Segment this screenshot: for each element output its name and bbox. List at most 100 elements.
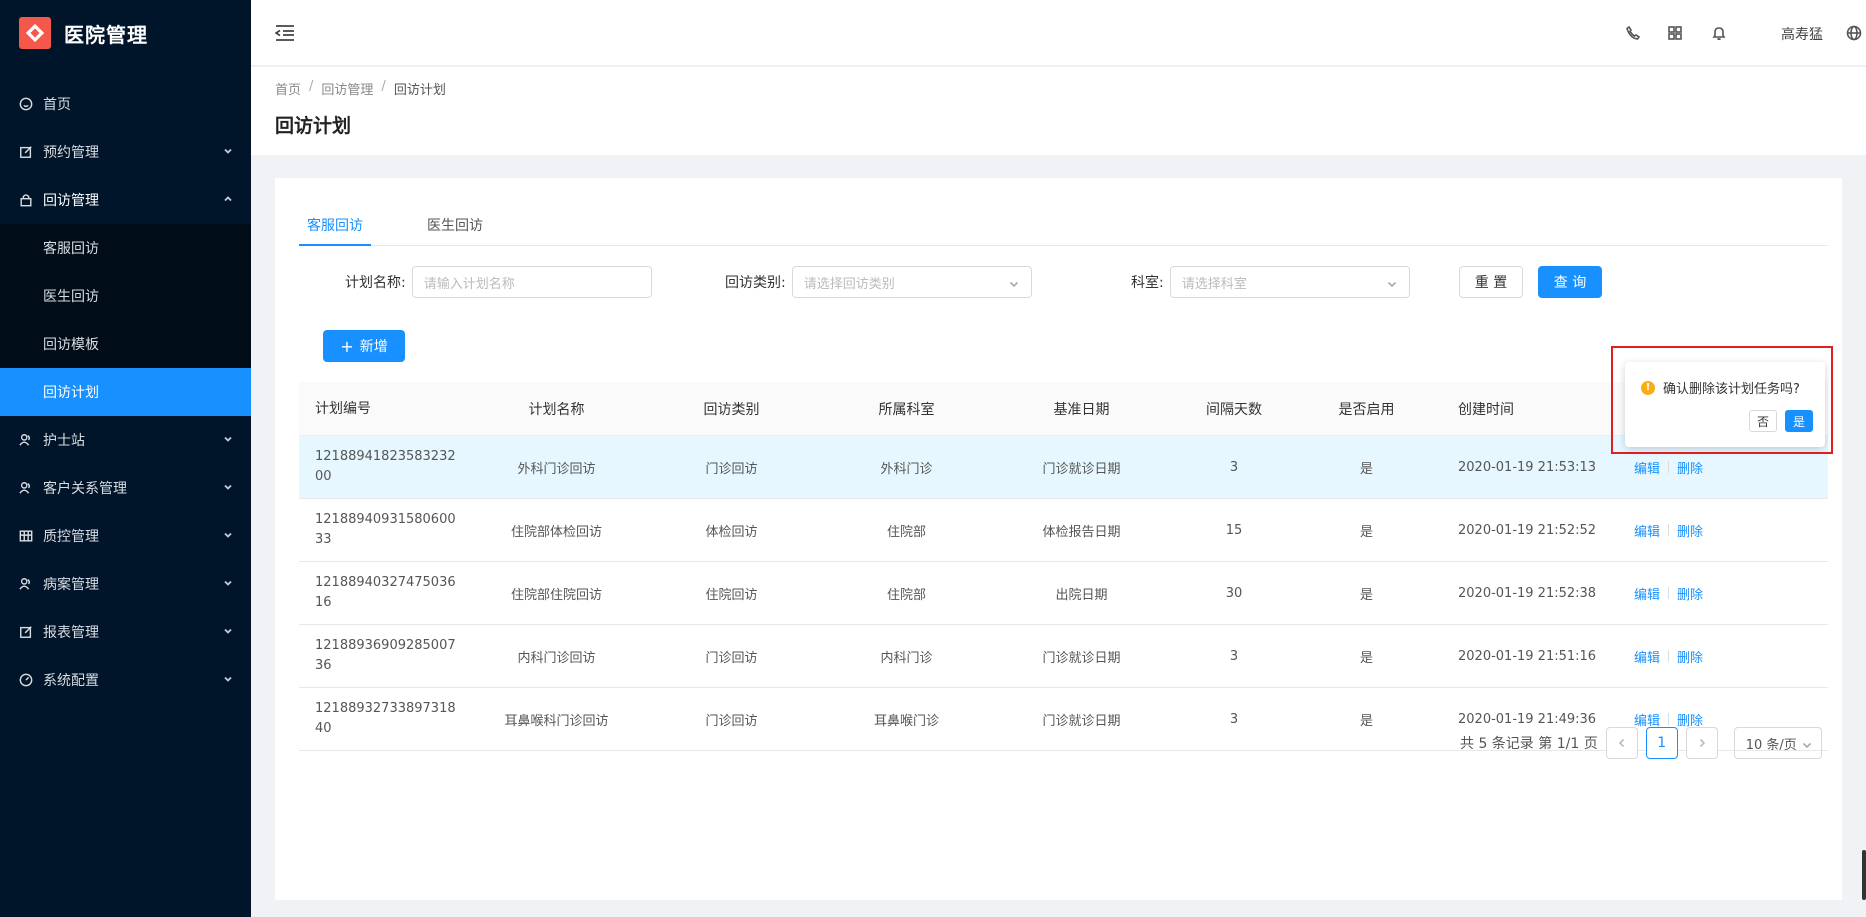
reset-button[interactable]: 重 置 [1459,266,1523,298]
lock-icon [19,193,33,207]
edit-link[interactable]: 编辑 [1634,710,1660,729]
table-icon [19,529,33,543]
tab-service-followup[interactable]: 客服回访 [299,206,371,246]
chevron-down-icon [1387,278,1397,288]
table-row[interactable]: 1218894093158060033 住院部体检回访 体检回访 住院部 体检报… [299,499,1828,562]
col-type: 回访类别 [703,401,760,418]
cell-created: 2020-01-19 21:52:52 [1458,522,1597,538]
edit-link[interactable]: 编辑 [1634,458,1660,477]
dept-select[interactable]: 请选择科室 [1169,266,1410,298]
cell-plan-name: 住院部住院回访 [510,587,602,603]
cell-plan-id: 1218894032747503616 [315,575,456,610]
sidebar-item-doctor-followup[interactable]: 医生回访 [0,272,251,320]
sidebar-item-reports[interactable]: 报表管理 [0,608,251,656]
cell-enabled: 是 [1359,650,1373,666]
page-number-button[interactable]: 1 [1645,727,1678,759]
followup-submenu: 客服回访 医生回访 回访模板 回访计划 [0,224,251,416]
col-dept: 所属科室 [878,401,935,418]
phone-icon[interactable] [1625,25,1641,41]
delete-link[interactable]: 删除 [1677,521,1703,540]
popconfirm-no-button[interactable]: 否 [1749,410,1777,432]
sidebar-item-records[interactable]: 病案管理 [0,560,251,608]
cell-dept: 耳鼻喉门诊 [873,713,939,729]
cell-actions: 编辑 删除 [1634,521,1828,540]
cell-created: 2020-01-19 21:52:38 [1458,585,1597,601]
chevron-down-icon [223,528,233,544]
cell-created: 2020-01-19 21:51:16 [1458,648,1597,664]
bell-icon[interactable] [1711,25,1727,41]
sidebar-item-label: 预约管理 [43,145,99,161]
plan-name-input[interactable]: 请输入计划名称 [411,266,652,298]
cell-plan-name: 耳鼻喉科门诊回访 [504,713,609,729]
sidebar-item-followup-plan[interactable]: 回访计划 [0,368,251,416]
brand[interactable]: 医院管理 [0,0,251,66]
popconfirm-yes-button[interactable]: 是 [1785,410,1813,432]
delete-link[interactable]: 删除 [1677,458,1703,477]
app-title: 医院管理 [64,22,148,47]
edit-link[interactable]: 编辑 [1634,584,1660,603]
popconfirm-text: 确认删除该计划任务吗? [1663,382,1800,397]
chevron-up-icon [223,192,233,208]
sidebar-item-home[interactable]: 首页 [0,80,251,128]
type-select-placeholder: 请选择回访类别 [803,276,895,292]
cell-plan-id: 1218894093158060033 [315,512,456,547]
sidebar-item-system[interactable]: 系统配置 [0,656,251,704]
delete-link[interactable]: 删除 [1677,710,1703,729]
page-size-select[interactable]: 10 条/页 [1733,727,1822,759]
cell-created: 2020-01-19 21:53:13 [1458,459,1597,475]
cell-plan-name: 内科门诊回访 [517,650,596,666]
side-menu: 首页 预约管理 回访管理 客服回访 医生回访 回访模板 回访计划 护士站 客户关… [0,80,251,704]
query-button[interactable]: 查 询 [1538,266,1602,298]
col-plan-id: 计划编号 [315,400,371,417]
prev-page-button[interactable] [1605,727,1638,759]
sidebar-item-appointment[interactable]: 预约管理 [0,128,251,176]
breadcrumb-home[interactable]: 首页 [275,79,301,98]
type-label: 回访类别: [725,275,786,291]
apps-icon[interactable] [1667,25,1683,41]
type-select[interactable]: 请选择回访类别 [791,266,1032,298]
sidebar-item-quality[interactable]: 质控管理 [0,512,251,560]
breadcrumb-followup[interactable]: 回访管理 [321,79,373,98]
divider [1668,587,1670,599]
delete-link[interactable]: 删除 [1677,647,1703,666]
plus-icon: + [340,336,354,356]
add-button[interactable]: + 新增 [323,330,405,362]
sidebar-item-service-followup[interactable]: 客服回访 [0,224,251,272]
table-row[interactable]: 1218894032747503616 住院部住院回访 住院回访 住院部 出院日… [299,562,1828,625]
exclamation-icon: ! [1641,380,1655,395]
cell-plan-name: 外科门诊回访 [517,461,596,477]
page-size-value: 10 条/页 [1745,737,1797,753]
sidebar-item-followup[interactable]: 回访管理 [0,176,251,224]
col-created: 创建时间 [1458,401,1514,418]
cell-base-date: 出院日期 [1055,587,1108,603]
edit-icon [19,145,33,159]
edit-link[interactable]: 编辑 [1634,647,1660,666]
next-page-button[interactable] [1685,727,1718,759]
sidebar-item-label: 病案管理 [43,577,99,593]
sidebar-item-label: 系统配置 [43,673,99,689]
delete-popconfirm: ! 确认删除该计划任务吗? 否 是 [1625,362,1825,447]
delete-link[interactable]: 删除 [1677,584,1703,603]
page-header: 首页 / 回访管理 / 回访计划 回访计划 [251,67,1866,155]
cell-base-date: 体检报告日期 [1042,524,1121,540]
cell-interval: 15 [1225,522,1243,538]
globe-icon[interactable] [1846,25,1862,41]
table-row[interactable]: 1218893690928500736 内科门诊回访 门诊回访 内科门诊 门诊就… [299,625,1828,688]
cell-interval: 3 [1229,648,1239,664]
cell-type: 住院回访 [705,587,758,603]
chevron-down-icon [1009,278,1019,288]
table-row[interactable]: 1218894182358323200 外科门诊回访 门诊回访 外科门诊 门诊就… [299,436,1828,499]
cell-interval: 3 [1229,459,1239,475]
sidebar-item-nurse-station[interactable]: 护士站 [0,416,251,464]
sidebar-item-followup-template[interactable]: 回访模板 [0,320,251,368]
tab-doctor-followup[interactable]: 医生回访 [425,206,485,246]
col-base-date: 基准日期 [1053,401,1110,418]
cell-dept: 内科门诊 [880,650,933,666]
sidebar-item-crm[interactable]: 客户关系管理 [0,464,251,512]
edit-link[interactable]: 编辑 [1634,521,1660,540]
scrollbar-thumb[interactable] [1862,850,1866,900]
menu-fold-icon[interactable] [274,24,295,42]
cell-actions: 编辑 删除 [1634,710,1828,729]
user-name[interactable]: 高寿猛 [1781,24,1823,44]
cell-plan-id: 1218894182358323200 [315,449,456,484]
